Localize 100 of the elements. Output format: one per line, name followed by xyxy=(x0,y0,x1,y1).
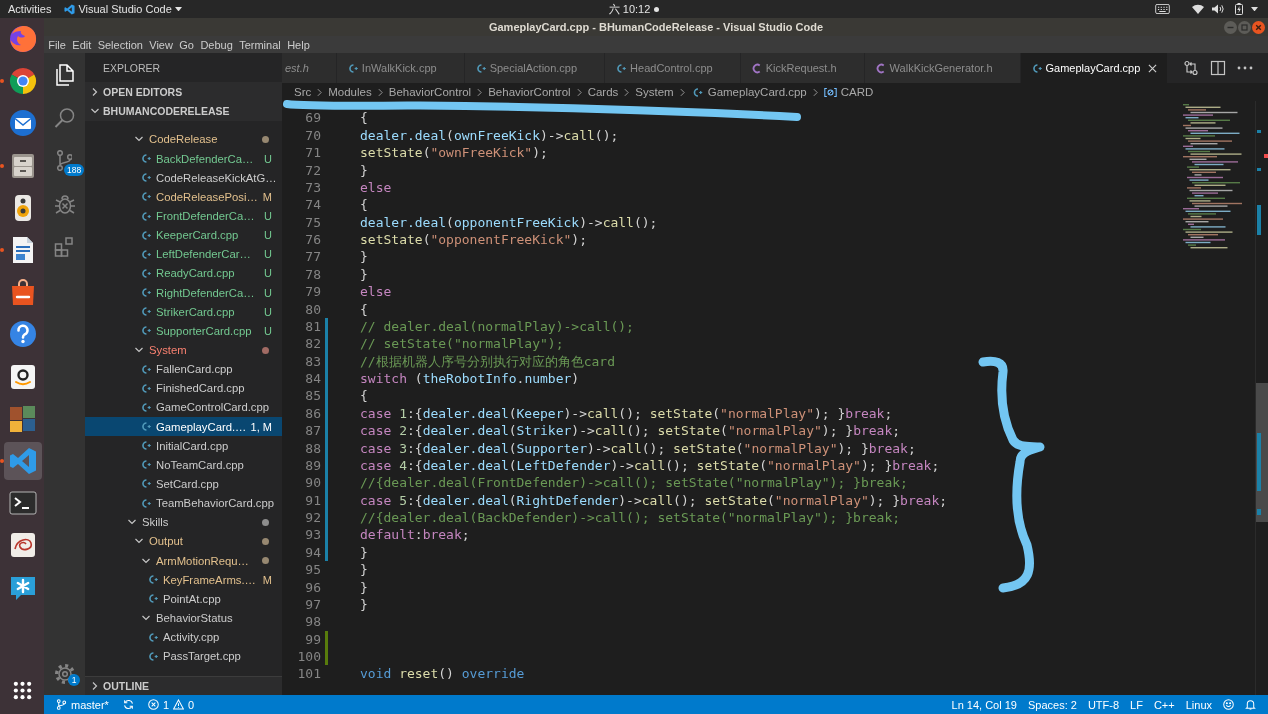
editor-tab[interactable]: GameplayCard.cpp xyxy=(1020,53,1169,83)
battery-icon[interactable] xyxy=(1235,3,1243,15)
breadcrumb-item[interactable]: Modules xyxy=(328,85,372,99)
tree-item[interactable]: ArmMotionRequ… xyxy=(85,551,282,571)
app-grid-icon[interactable] xyxy=(12,680,32,700)
language-button[interactable]: C++ xyxy=(1153,697,1175,712)
error-icon xyxy=(147,699,159,710)
tree-item[interactable]: CodeReleaseKickAtG… xyxy=(85,168,282,188)
search-icon[interactable] xyxy=(52,105,77,130)
file-type-icon xyxy=(139,325,152,337)
code-line: } xyxy=(360,562,368,578)
tree-item[interactable]: FrontDefenderCa… U xyxy=(85,206,282,226)
code-line: void reset() override xyxy=(360,666,525,682)
menu-item[interactable]: View xyxy=(146,37,177,52)
cursor-position-button[interactable]: Ln 14, Col 19 xyxy=(951,697,1017,712)
settings-icon[interactable] xyxy=(52,661,77,686)
menu-item[interactable]: Edit xyxy=(69,37,95,52)
tree-item[interactable]: PassTarget.cpp xyxy=(85,646,282,666)
line-number: 95 xyxy=(304,562,321,578)
tree-item[interactable]: Skills xyxy=(85,512,282,532)
indentation-button[interactable]: Spaces: 2 xyxy=(1027,697,1077,712)
tree-item[interactable]: GameControlCard.cpp xyxy=(85,397,282,417)
menu-item[interactable]: Go xyxy=(176,37,198,52)
breadcrumb-item[interactable]: GameplayCard.cpp xyxy=(690,85,807,99)
menu-item[interactable]: Help xyxy=(283,37,313,52)
file-type-icon xyxy=(615,62,628,74)
section-header[interactable]: OUTLINE xyxy=(85,676,282,695)
tree-item[interactable]: KeeperCard.cpp U xyxy=(85,225,282,245)
git-status: U xyxy=(263,152,272,165)
tree-item[interactable]: RightDefenderCa… U xyxy=(85,283,282,303)
scrollbar[interactable] xyxy=(1255,101,1268,695)
tree-item[interactable]: ReadyCard.cpp U xyxy=(85,263,282,283)
line-number: 76 xyxy=(304,232,321,248)
line-ending-button[interactable]: LF xyxy=(1130,697,1143,712)
tree-item[interactable]: System xyxy=(85,340,282,360)
tree-item[interactable]: Output xyxy=(85,531,282,551)
caret-down-icon xyxy=(174,6,182,12)
configuration-button[interactable]: Linux xyxy=(1185,697,1212,712)
branch-button[interactable]: master* xyxy=(56,697,109,712)
breadcrumb-item[interactable]: System xyxy=(635,85,674,99)
breadcrumb-item[interactable]: CARD xyxy=(823,85,874,99)
wifi-icon[interactable] xyxy=(1192,4,1204,14)
file-type-icon xyxy=(146,631,159,643)
tree-item[interactable]: KeyFrameArms.… M xyxy=(85,570,282,590)
editor-tab[interactable]: SpecialAction.cpp xyxy=(464,53,606,83)
activities-button[interactable]: Activities xyxy=(8,3,52,15)
tree-item[interactable]: SetCard.cpp xyxy=(85,474,282,494)
tree-item[interactable]: NoTeamCard.cpp xyxy=(85,455,282,475)
bell-icon[interactable] xyxy=(1245,699,1256,710)
editor-tab[interactable]: KickRequest.h xyxy=(740,53,865,83)
section-header[interactable]: OPEN EDITORS xyxy=(85,82,282,101)
problems-button[interactable]: 1 0 xyxy=(147,697,195,712)
code-line: //{dealer.deal(FrontDefender)->call(); setState("normalPlay"); }break; xyxy=(360,475,908,491)
menu-item[interactable]: Terminal xyxy=(236,37,284,52)
branch-icon xyxy=(56,699,67,710)
chevron-right-icon xyxy=(679,87,685,97)
editor-tab[interactable]: HeadControl.cpp xyxy=(605,53,741,83)
breadcrumb-item[interactable]: BehaviorControl xyxy=(388,85,472,99)
code-line: { xyxy=(360,388,368,404)
tree-item[interactable]: StrikerCard.cpp U xyxy=(85,302,282,322)
keyboard-icon[interactable] xyxy=(1155,4,1170,14)
clock-button[interactable]: 六 10:12 xyxy=(608,1,651,17)
editor-tab[interactable]: WalkKickGenerator.h xyxy=(864,53,1021,83)
compare-changes-icon[interactable] xyxy=(1183,60,1199,76)
tree-item[interactable]: LeftDefenderCar… U xyxy=(85,244,282,264)
breadcrumb-item[interactable]: Src xyxy=(294,85,312,99)
menu-item[interactable]: Debug xyxy=(197,37,236,52)
breadcrumb-item[interactable]: Cards xyxy=(587,85,619,99)
caret-down-icon[interactable] xyxy=(1251,6,1258,12)
editor-tab[interactable]: est.h xyxy=(282,53,337,83)
tree-item[interactable]: InitialCard.cpp xyxy=(85,436,282,456)
smiley-icon[interactable] xyxy=(1223,699,1234,710)
section-header[interactable]: BHUMANCODERELEASE xyxy=(85,101,282,121)
code-line: // setState("normalPlay"); xyxy=(360,336,564,352)
split-editor-icon[interactable] xyxy=(1210,60,1226,76)
volume-icon[interactable] xyxy=(1212,4,1224,14)
tree-item[interactable]: BehaviorStatus xyxy=(85,608,282,628)
editor-tab[interactable]: InWalkKick.cpp xyxy=(336,53,465,83)
close-icon[interactable] xyxy=(1148,63,1158,73)
tree-item[interactable]: GameplayCard.… 1, M xyxy=(85,417,282,437)
tree-item[interactable]: FallenCard.cpp xyxy=(85,359,282,379)
tree-item[interactable]: PointAt.cpp xyxy=(85,589,282,609)
tree-item[interactable]: Activity.cpp xyxy=(85,627,282,647)
tree-item[interactable]: TeamBehaviorCard.cpp xyxy=(85,493,282,513)
tree-item[interactable]: SupporterCard.cpp U xyxy=(85,321,282,341)
tree-item[interactable]: BackDefenderCa… U xyxy=(85,149,282,169)
tree-item[interactable]: FinishedCard.cpp xyxy=(85,378,282,398)
file-type-icon xyxy=(474,62,487,74)
menu-item[interactable]: Selection xyxy=(94,37,147,52)
debug-icon[interactable] xyxy=(52,192,77,217)
encoding-button[interactable]: UTF-8 xyxy=(1087,697,1120,712)
file-type-icon xyxy=(139,153,152,165)
line-number: 82 xyxy=(304,336,321,352)
menu-item[interactable]: File xyxy=(45,37,70,52)
app-menu-button[interactable]: Visual Studio Code xyxy=(64,3,182,15)
breadcrumb-item[interactable]: BehaviorControl xyxy=(488,85,571,99)
tree-item[interactable]: CodeRelease xyxy=(85,129,282,150)
sync-icon[interactable] xyxy=(122,699,134,710)
tree-item[interactable]: CodeReleasePosi… M xyxy=(85,187,282,207)
close-icon[interactable] xyxy=(1252,20,1265,34)
